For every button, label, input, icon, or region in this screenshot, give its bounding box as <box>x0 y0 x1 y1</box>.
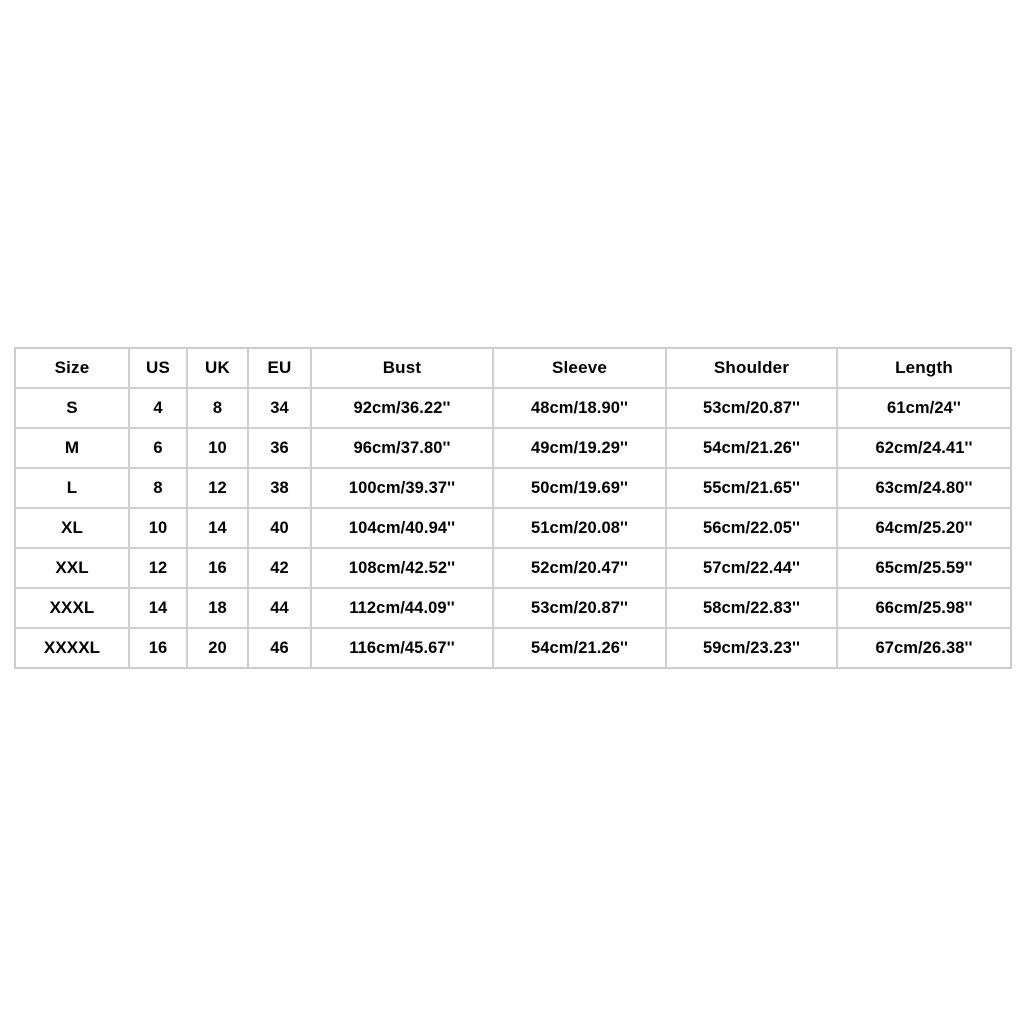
cell-eu: 46 <box>248 628 311 668</box>
cell-uk: 8 <box>187 388 248 428</box>
cell-sleeve: 54cm/21.26'' <box>493 628 666 668</box>
cell-us: 8 <box>129 468 187 508</box>
cell-size: XXXL <box>15 588 129 628</box>
cell-shoulder: 58cm/22.83'' <box>666 588 837 628</box>
table-row: M 6 10 36 96cm/37.80'' 49cm/19.29'' 54cm… <box>15 428 1011 468</box>
column-header-us: US <box>129 348 187 388</box>
cell-eu: 42 <box>248 548 311 588</box>
cell-eu: 44 <box>248 588 311 628</box>
cell-sleeve: 51cm/20.08'' <box>493 508 666 548</box>
cell-uk: 16 <box>187 548 248 588</box>
size-chart-table: Size US UK EU Bust Sleeve Shoulder Lengt… <box>14 347 1012 669</box>
cell-us: 4 <box>129 388 187 428</box>
cell-us: 10 <box>129 508 187 548</box>
table-body: S 4 8 34 92cm/36.22'' 48cm/18.90'' 53cm/… <box>15 388 1011 668</box>
cell-bust: 112cm/44.09'' <box>311 588 493 628</box>
page-root: Size US UK EU Bust Sleeve Shoulder Lengt… <box>0 0 1024 1024</box>
column-header-eu: EU <box>248 348 311 388</box>
cell-uk: 10 <box>187 428 248 468</box>
cell-sleeve: 53cm/20.87'' <box>493 588 666 628</box>
cell-shoulder: 55cm/21.65'' <box>666 468 837 508</box>
cell-sleeve: 48cm/18.90'' <box>493 388 666 428</box>
cell-size: S <box>15 388 129 428</box>
cell-eu: 34 <box>248 388 311 428</box>
cell-uk: 20 <box>187 628 248 668</box>
size-chart-container: Size US UK EU Bust Sleeve Shoulder Lengt… <box>14 347 1012 669</box>
column-header-uk: UK <box>187 348 248 388</box>
column-header-length: Length <box>837 348 1011 388</box>
table-row: XL 10 14 40 104cm/40.94'' 51cm/20.08'' 5… <box>15 508 1011 548</box>
cell-shoulder: 59cm/23.23'' <box>666 628 837 668</box>
cell-bust: 104cm/40.94'' <box>311 508 493 548</box>
cell-bust: 108cm/42.52'' <box>311 548 493 588</box>
cell-sleeve: 50cm/19.69'' <box>493 468 666 508</box>
cell-bust: 92cm/36.22'' <box>311 388 493 428</box>
cell-length: 62cm/24.41'' <box>837 428 1011 468</box>
cell-sleeve: 52cm/20.47'' <box>493 548 666 588</box>
cell-length: 65cm/25.59'' <box>837 548 1011 588</box>
cell-us: 6 <box>129 428 187 468</box>
table-row: XXXL 14 18 44 112cm/44.09'' 53cm/20.87''… <box>15 588 1011 628</box>
cell-eu: 40 <box>248 508 311 548</box>
cell-sleeve: 49cm/19.29'' <box>493 428 666 468</box>
cell-bust: 116cm/45.67'' <box>311 628 493 668</box>
cell-us: 14 <box>129 588 187 628</box>
column-header-size: Size <box>15 348 129 388</box>
cell-shoulder: 53cm/20.87'' <box>666 388 837 428</box>
cell-bust: 100cm/39.37'' <box>311 468 493 508</box>
cell-shoulder: 54cm/21.26'' <box>666 428 837 468</box>
column-header-sleeve: Sleeve <box>493 348 666 388</box>
cell-shoulder: 57cm/22.44'' <box>666 548 837 588</box>
cell-eu: 38 <box>248 468 311 508</box>
cell-shoulder: 56cm/22.05'' <box>666 508 837 548</box>
cell-size: M <box>15 428 129 468</box>
cell-size: XXXXL <box>15 628 129 668</box>
cell-length: 61cm/24'' <box>837 388 1011 428</box>
cell-us: 16 <box>129 628 187 668</box>
table-row: L 8 12 38 100cm/39.37'' 50cm/19.69'' 55c… <box>15 468 1011 508</box>
table-header-row: Size US UK EU Bust Sleeve Shoulder Lengt… <box>15 348 1011 388</box>
cell-length: 66cm/25.98'' <box>837 588 1011 628</box>
cell-size: XXL <box>15 548 129 588</box>
cell-uk: 14 <box>187 508 248 548</box>
cell-uk: 12 <box>187 468 248 508</box>
cell-size: XL <box>15 508 129 548</box>
cell-length: 63cm/24.80'' <box>837 468 1011 508</box>
cell-eu: 36 <box>248 428 311 468</box>
column-header-bust: Bust <box>311 348 493 388</box>
cell-length: 64cm/25.20'' <box>837 508 1011 548</box>
cell-us: 12 <box>129 548 187 588</box>
cell-size: L <box>15 468 129 508</box>
table-header: Size US UK EU Bust Sleeve Shoulder Lengt… <box>15 348 1011 388</box>
cell-length: 67cm/26.38'' <box>837 628 1011 668</box>
table-row: XXL 12 16 42 108cm/42.52'' 52cm/20.47'' … <box>15 548 1011 588</box>
table-row: XXXXL 16 20 46 116cm/45.67'' 54cm/21.26'… <box>15 628 1011 668</box>
cell-bust: 96cm/37.80'' <box>311 428 493 468</box>
table-row: S 4 8 34 92cm/36.22'' 48cm/18.90'' 53cm/… <box>15 388 1011 428</box>
column-header-shoulder: Shoulder <box>666 348 837 388</box>
cell-uk: 18 <box>187 588 248 628</box>
